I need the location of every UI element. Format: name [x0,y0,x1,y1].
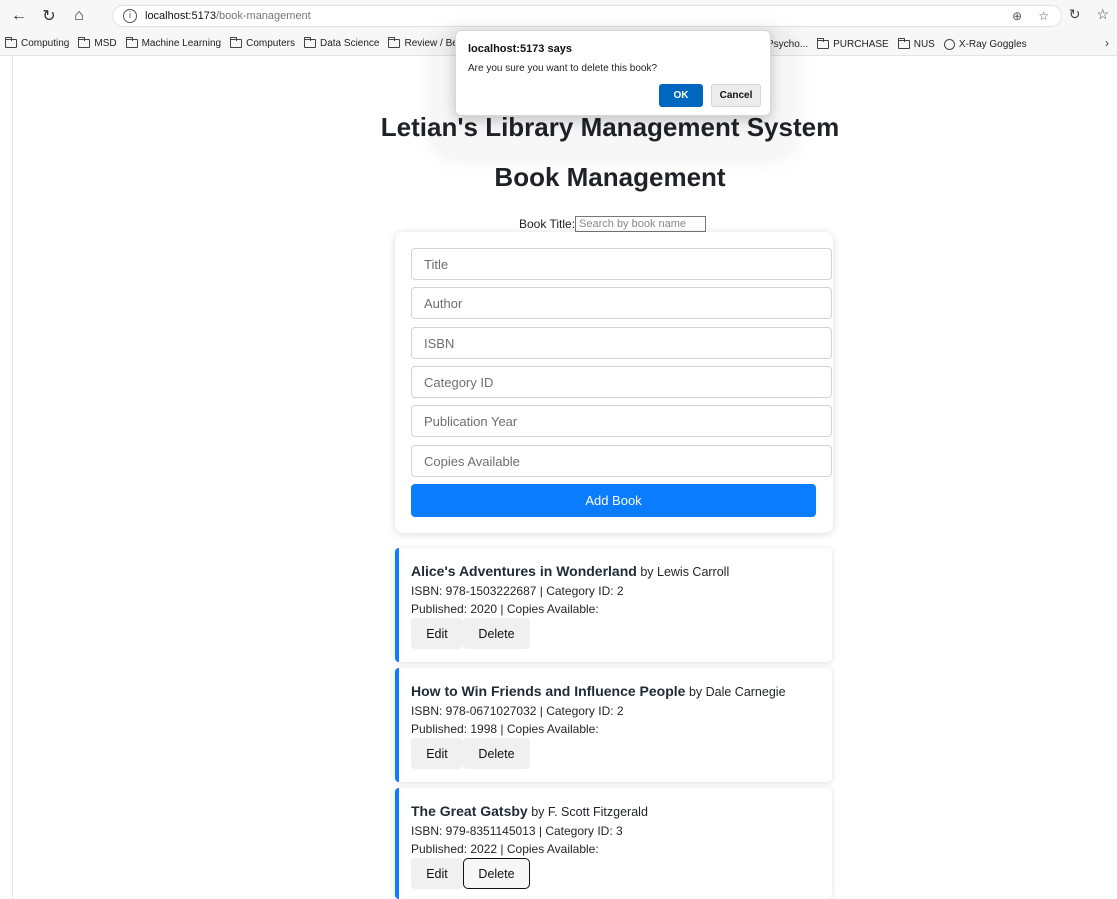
cancel-button[interactable]: Cancel [711,84,761,107]
ok-button[interactable]: OK [659,84,703,107]
add-book-button[interactable]: Add Book [411,484,816,517]
delete-button[interactable]: Delete [463,858,530,889]
reload-icon[interactable]: ↻ [38,5,60,27]
book-card: The Great Gatsby by F. Scott Fitzgerald … [395,788,832,899]
book-isbn-line: ISBN: 978-0671027032 | Category ID: 2 [411,704,624,718]
search-input[interactable] [575,216,707,232]
back-arrow-icon[interactable]: ← [8,5,30,27]
folder-icon [125,37,138,48]
folder-icon [897,37,910,49]
confirm-dialog: localhost:5173 says Are you sure you wan… [455,30,771,116]
folder-icon [5,37,17,48]
author-field[interactable] [411,287,832,319]
book-card: Alice's Adventures in Wonderland by Lewi… [395,548,832,662]
bookmark-xray-goggles[interactable]: X-Ray Goggles [943,38,1027,50]
bookmark-nus[interactable]: NUS [897,37,935,50]
home-icon[interactable]: ⌂ [68,5,90,27]
url-path: /book-management [215,10,311,22]
folder-icon [388,37,401,48]
book-published-line: Published: 1998 | Copies Available: [411,722,599,736]
book-title: How to Win Friends and Influence People [411,683,686,699]
chevron-right-icon[interactable]: › [1105,36,1109,50]
book-isbn-line: ISBN: 978-1503222687 | Category ID: 2 [411,584,624,598]
book-heading: The Great Gatsby by F. Scott Fitzgerald [411,803,648,819]
book-title: The Great Gatsby [411,803,528,819]
book-author: by Dale Carnegie [688,685,786,699]
delete-button[interactable]: Delete [463,618,530,649]
book-author: by Lewis Carroll [640,565,730,579]
dialog-title: localhost:5173 says [468,43,572,55]
search-label: Book Title: [519,217,576,231]
bookmark-purchase[interactable]: PURCHASE [817,37,889,50]
favorites-icon[interactable]: ☆ [1096,6,1109,23]
dialog-message: Are you sure you want to delete this boo… [468,63,658,74]
edit-button[interactable]: Edit [411,858,463,889]
globe-icon [943,38,955,50]
bookmark-computing[interactable]: Computing [5,37,69,49]
folder-icon [817,37,830,49]
title-field[interactable] [411,248,832,280]
search-row: Book Title: [519,216,707,232]
add-book-form: Add Book [395,232,833,533]
edit-button[interactable]: Edit [411,738,463,769]
bookmark-machine-learning[interactable]: Machine Learning [125,37,221,49]
copies-available-field[interactable] [411,445,832,477]
folder-icon [304,37,316,48]
bookmark-msd[interactable]: MSD [78,37,117,49]
book-title: Alice's Adventures in Wonderland [411,563,637,579]
zoom-icon[interactable]: ⊕ [1012,9,1022,23]
publication-year-field[interactable] [411,405,832,437]
delete-button[interactable]: Delete [463,738,530,769]
book-card: How to Win Friends and Influence People … [395,668,832,782]
url-host: localhost:5173 [145,10,216,22]
edit-button[interactable]: Edit [411,618,463,649]
bookmark-computers[interactable]: Computers [230,37,295,49]
extensions-icon[interactable]: ↻ [1069,6,1081,23]
category-id-field[interactable] [411,366,832,398]
book-heading: Alice's Adventures in Wonderland by Lewi… [411,563,729,579]
book-heading: How to Win Friends and Influence People … [411,683,786,699]
address-bar[interactable]: i localhost:5173/book-management ⊕ ☆ [112,5,1062,27]
folder-icon [78,37,91,48]
site-info-icon[interactable]: i [123,9,137,23]
favorite-star-icon[interactable]: ☆ [1038,9,1049,23]
bookmark-data-science[interactable]: Data Science [304,37,379,49]
book-published-line: Published: 2020 | Copies Available: [411,602,599,616]
folder-icon [230,37,243,48]
book-published-line: Published: 2022 | Copies Available: [411,842,599,856]
page-title: Book Management [494,162,726,192]
book-isbn-line: ISBN: 979-8351145013 | Category ID: 3 [411,824,623,838]
book-author: by F. Scott Fitzgerald [531,805,648,819]
isbn-field[interactable] [411,327,832,359]
